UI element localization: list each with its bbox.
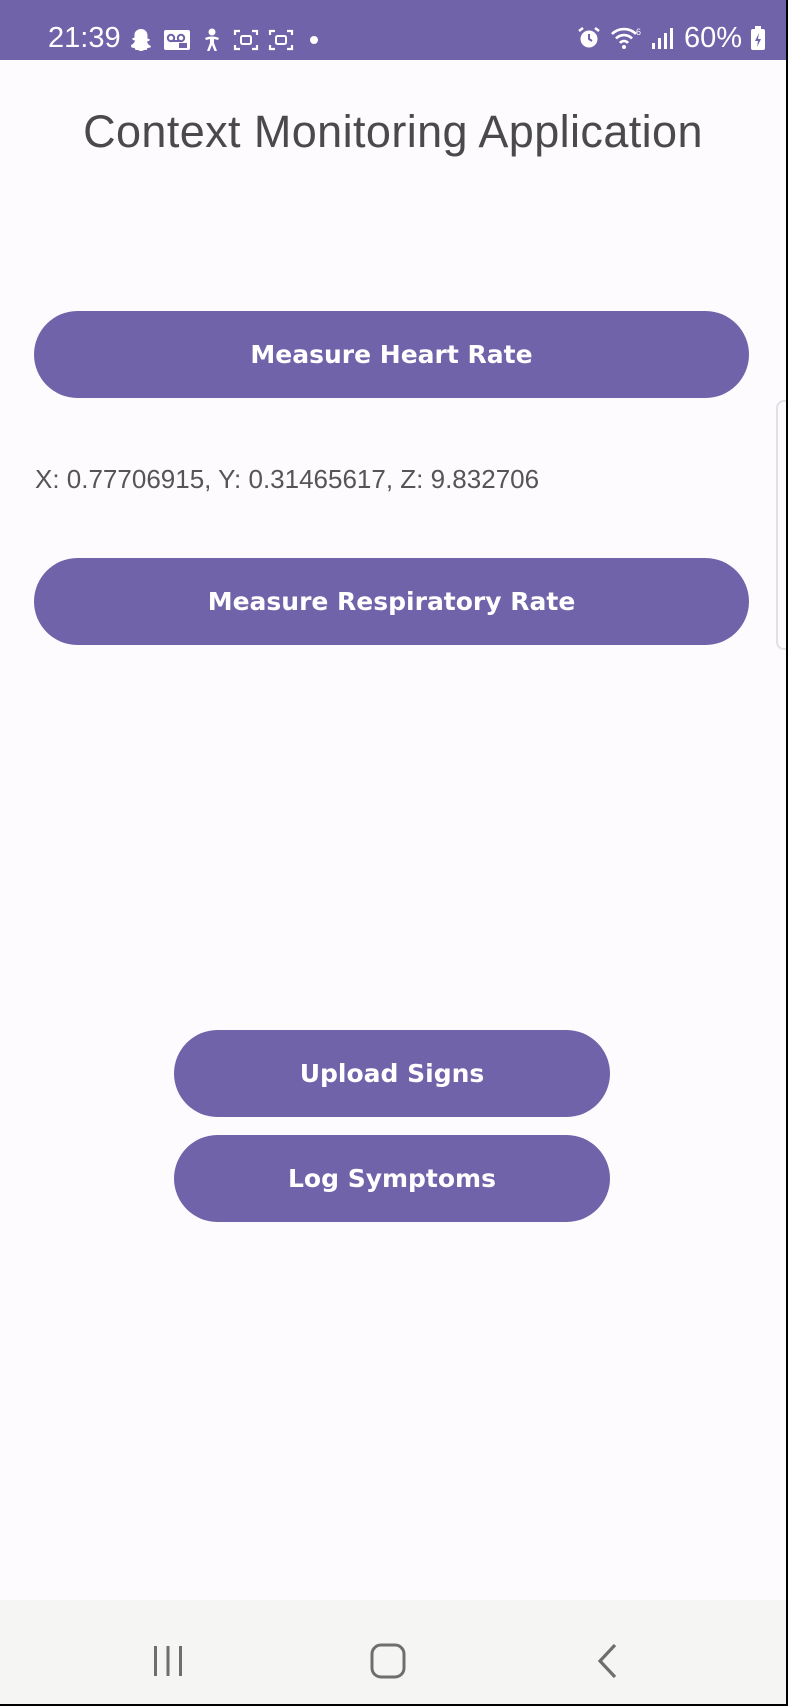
navigation-bar [0,1600,786,1704]
voicemail-icon [163,28,191,52]
svg-text:6: 6 [636,27,641,37]
snapchat-icon [128,27,154,53]
accelerometer-readout: X: 0.77706915, Y: 0.31465617, Z: 9.83270… [35,464,540,494]
upload-signs-button[interactable]: Upload Signs [174,1030,610,1117]
status-bar: 21:39 6 60% [0,0,786,60]
screenshot-icon [233,28,259,52]
status-notification-icons [128,24,325,56]
battery-percentage: 60% [683,22,742,54]
signal-icon [650,25,676,51]
scroll-indicator [776,400,786,650]
dot-icon [303,28,325,52]
alarm-icon [576,25,602,51]
measure-heart-rate-button[interactable]: Measure Heart Rate [34,311,749,398]
user-accessibility-icon [200,27,224,53]
app-screen: 21:39 6 60% Context Monitoring Applicati… [0,0,786,1704]
status-system-icons: 6 60% [576,22,766,54]
battery-icon [750,25,766,51]
log-symptoms-button[interactable]: Log Symptoms [174,1135,610,1222]
page-title: Context Monitoring Application [83,106,703,157]
recents-icon[interactable] [138,1636,198,1686]
measure-respiratory-rate-button[interactable]: Measure Respiratory Rate [34,558,749,645]
back-icon[interactable] [578,1636,638,1686]
home-icon[interactable] [358,1636,418,1686]
status-time: 21:39 [48,22,121,54]
screenshot-icon [268,28,294,52]
wifi-icon: 6 [610,25,642,51]
